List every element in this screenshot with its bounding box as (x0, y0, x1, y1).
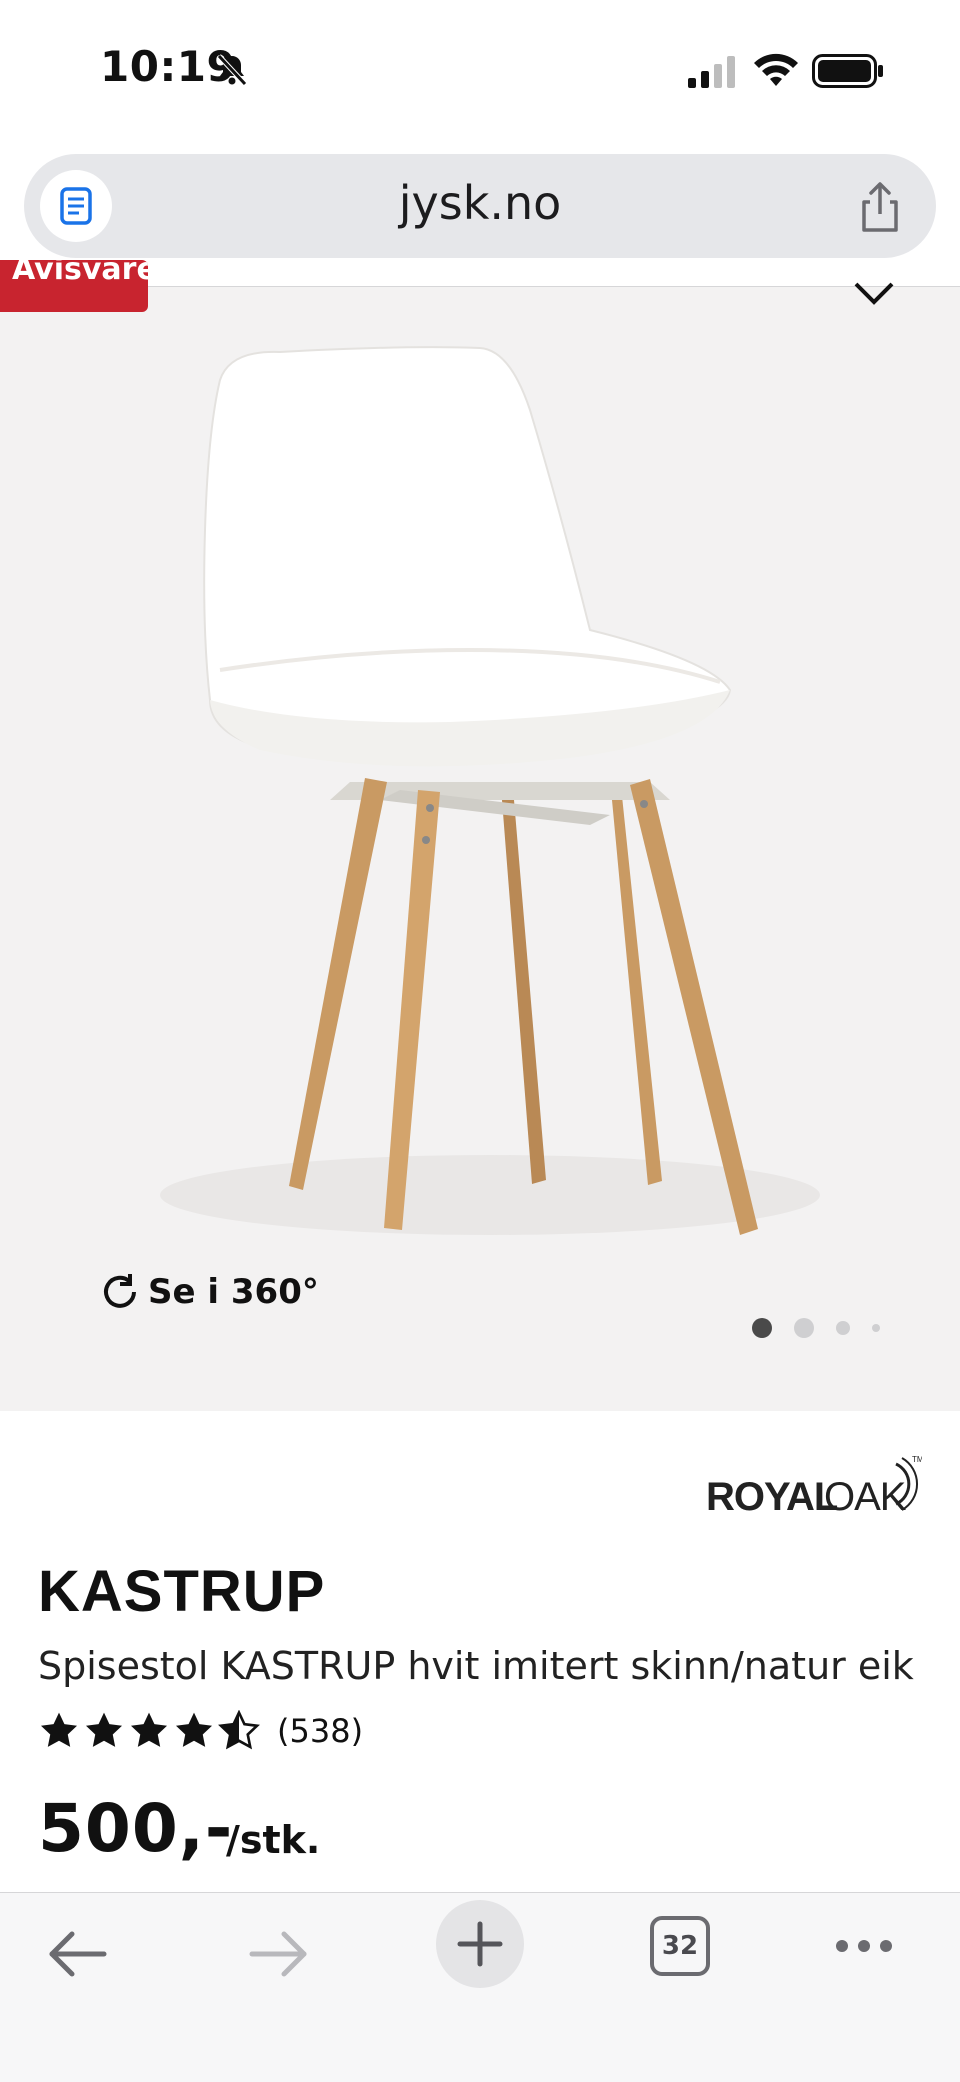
brand-logo[interactable]: ROYAL OAK TM (706, 1452, 922, 1522)
bell-muted-icon (217, 54, 247, 86)
product-image (160, 346, 820, 1235)
new-tab-button[interactable] (436, 1900, 524, 1988)
back-arrow-icon[interactable] (46, 1922, 110, 1986)
battery-icon (812, 54, 883, 88)
price: 500,- (38, 1790, 234, 1867)
svg-text:OAK: OAK (824, 1475, 907, 1519)
more-menu-icon[interactable] (834, 1926, 894, 1966)
view-360-button[interactable]: Se i 360° (100, 1272, 319, 1312)
star-icon (175, 1712, 213, 1747)
url-text[interactable]: jysk.no (0, 176, 960, 230)
pagination-dot[interactable] (872, 1324, 880, 1332)
product-subtitle: Spisestol KASTRUP hvit imitert skinn/nat… (38, 1644, 914, 1688)
svg-text:TM: TM (912, 1455, 922, 1464)
review-count: (538) (277, 1712, 364, 1750)
rating[interactable]: (538) (38, 1710, 363, 1752)
star-icon (40, 1712, 78, 1747)
pagination-dot[interactable] (752, 1318, 772, 1338)
chevron-down-icon[interactable] (852, 278, 896, 308)
rotate-icon (104, 1274, 136, 1308)
cellular-signal-icon (688, 56, 735, 88)
svg-text:ROYAL: ROYAL (706, 1475, 838, 1519)
star-icon (130, 1712, 168, 1747)
gallery-pagination[interactable] (752, 1318, 902, 1338)
star-icon (85, 1712, 123, 1747)
forward-arrow-icon[interactable] (246, 1922, 310, 1986)
tab-switcher-button[interactable]: 32 (650, 1916, 710, 1976)
wifi-icon (754, 53, 798, 86)
pagination-dot[interactable] (794, 1318, 814, 1338)
pagination-dot[interactable] (836, 1321, 850, 1335)
share-icon[interactable] (852, 180, 908, 236)
product-title: KASTRUP (38, 1559, 326, 1624)
plus-icon (457, 1921, 503, 1967)
sale-badge: Avisvare (0, 260, 148, 312)
price-unit: /stk. (226, 1818, 321, 1862)
star-half-icon (218, 1710, 260, 1750)
